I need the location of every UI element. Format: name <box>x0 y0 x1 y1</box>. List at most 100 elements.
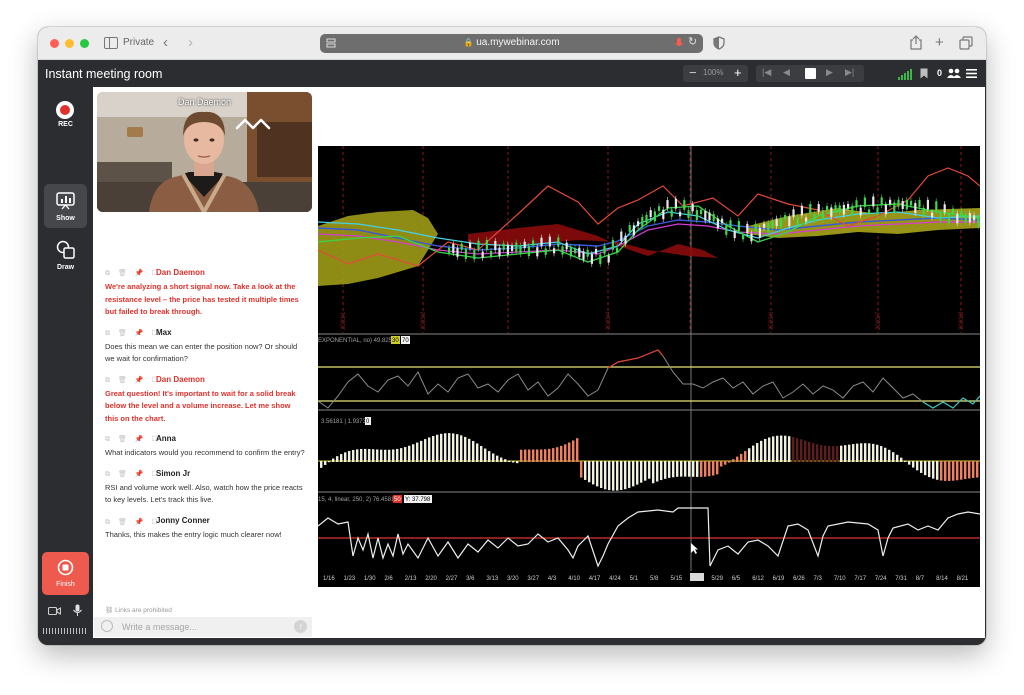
previous-slide-icon[interactable]: ◀ <box>783 67 790 78</box>
candle <box>603 245 606 254</box>
candle <box>506 244 509 255</box>
candle <box>947 213 950 223</box>
rsi-low: 30 <box>392 338 399 344</box>
x-tick-label: 8/7 <box>916 576 925 582</box>
histogram-bar <box>340 454 343 462</box>
speaker-video-image <box>97 92 312 212</box>
message-actions-icons[interactable]: ⧉ 🗑 📌 ☐ <box>105 329 161 338</box>
finish-button[interactable]: Finish <box>42 552 89 595</box>
participants-icon[interactable] <box>947 68 961 79</box>
send-button[interactable]: ↑ <box>294 620 307 633</box>
candle <box>628 225 631 232</box>
candle <box>742 235 745 240</box>
close-window-button[interactable] <box>50 39 59 48</box>
private-mode-label: Private <box>123 37 155 48</box>
histogram-bar <box>468 438 471 462</box>
candle <box>498 247 501 257</box>
record-label: REC <box>58 121 73 128</box>
oscillator-line <box>318 507 980 568</box>
zoom-out-button[interactable]: − <box>689 65 697 81</box>
histogram-bar <box>884 447 887 462</box>
menu-icon[interactable] <box>966 69 977 78</box>
bookmark-icon[interactable] <box>920 68 928 79</box>
emoji-icon[interactable] <box>101 620 113 632</box>
candle <box>616 247 619 253</box>
candle <box>817 204 820 212</box>
shapes-icon <box>56 240 75 259</box>
rsi-overbought <box>607 349 664 369</box>
share-icon[interactable] <box>910 35 922 50</box>
candle <box>620 231 623 241</box>
histogram-bar <box>888 449 891 462</box>
histogram-bar <box>756 443 759 462</box>
histogram-bar <box>844 445 847 462</box>
forward-arrow-icon[interactable]: › <box>188 34 193 51</box>
microphone-icon[interactable] <box>675 38 683 49</box>
chat-panel: Dan Daemon ⧉ 🗑 📌 ☐ Dan Daemon We're analy… <box>93 87 313 638</box>
candle <box>469 242 472 249</box>
speaker-video[interactable]: Dan Daemon <box>97 92 312 212</box>
address-bar[interactable]: 🔒 ua.mywebinar.com ↻ <box>320 34 703 53</box>
shared-chart-slide[interactable]: 2023/1 2023/2 2023/4 2023/6 2023/7 2023/… <box>318 146 980 587</box>
candle <box>477 240 480 250</box>
browser-toolbar: Private ‹ › 🔒 ua.mywebinar.com ↻ + <box>38 27 986 60</box>
candle <box>767 222 770 233</box>
panel-divider <box>318 491 980 493</box>
candle <box>721 218 724 223</box>
histogram-bar <box>704 461 707 477</box>
record-button[interactable] <box>56 101 74 119</box>
message-actions-icons[interactable]: ⧉ 🗑 📌 ☐ <box>105 470 161 479</box>
finish-label: Finish <box>56 581 75 588</box>
maximize-window-button[interactable] <box>80 39 89 48</box>
candle <box>653 211 656 222</box>
message-actions-icons[interactable]: ⧉ 🗑 📌 ☐ <box>105 269 161 278</box>
histogram-bar <box>580 461 583 478</box>
url-text: 🔒 ua.mywebinar.com <box>320 37 703 48</box>
link-icon: ⛓ <box>105 607 114 614</box>
histogram-bar <box>836 445 839 462</box>
microphone-toggle-icon[interactable] <box>73 604 82 617</box>
candle <box>485 239 488 250</box>
next-slide-icon[interactable]: ▶ <box>826 67 833 78</box>
candle <box>691 204 694 212</box>
message-actions-icons[interactable]: ⧉ 🗑 📌 ☐ <box>105 435 161 444</box>
app-header: Instant meeting room − 100% + |◀ ◀ ▶ ▶| … <box>38 60 986 87</box>
last-slide-icon[interactable]: ▶| <box>845 67 854 78</box>
reload-icon[interactable]: ↻ <box>688 35 697 48</box>
zoom-in-button[interactable]: + <box>734 65 742 81</box>
histogram-bar <box>528 449 531 462</box>
message-input-bar[interactable]: Write a message... ↑ <box>94 617 312 637</box>
new-tab-icon[interactable]: + <box>935 34 944 51</box>
histogram-bar <box>772 436 775 462</box>
x-tick-label: 4/24 <box>609 576 621 582</box>
candle <box>746 223 749 234</box>
candle <box>796 217 799 225</box>
histogram-bar <box>956 461 959 481</box>
first-slide-icon[interactable]: |◀ <box>762 67 771 78</box>
shield-icon[interactable] <box>713 36 725 50</box>
chat-message: ⧉ 🗑 📌 ☐ ⓘ Jonny Conner Thanks, this makes… <box>105 515 305 542</box>
sidebar-toggle-icon[interactable] <box>104 37 118 49</box>
tab-overview-icon[interactable] <box>959 36 973 50</box>
current-slide-indicator[interactable] <box>805 68 816 79</box>
mouse-cursor-icon <box>691 543 698 554</box>
histogram-bar <box>476 443 479 462</box>
back-arrow-icon[interactable]: ‹ <box>163 34 168 51</box>
message-input[interactable]: Write a message... <box>122 622 197 632</box>
histogram-bar <box>608 461 611 491</box>
histogram-bar <box>604 461 607 490</box>
histogram-bar <box>788 436 791 462</box>
histogram-bar <box>532 449 535 462</box>
minimize-window-button[interactable] <box>65 39 74 48</box>
show-tool-button[interactable]: Show <box>44 184 87 228</box>
histogram-bar <box>896 454 899 462</box>
draw-tool-button[interactable]: Draw <box>44 233 87 277</box>
histogram-bar <box>344 452 347 462</box>
page-title: Instant meeting room <box>45 67 163 81</box>
candle <box>632 225 635 236</box>
candle <box>737 221 740 231</box>
histogram-bar <box>620 461 623 491</box>
histogram-bar <box>928 461 931 478</box>
message-actions-icons[interactable]: ⧉ 🗑 📌 ☐ <box>105 376 161 385</box>
camera-icon[interactable] <box>48 606 61 616</box>
